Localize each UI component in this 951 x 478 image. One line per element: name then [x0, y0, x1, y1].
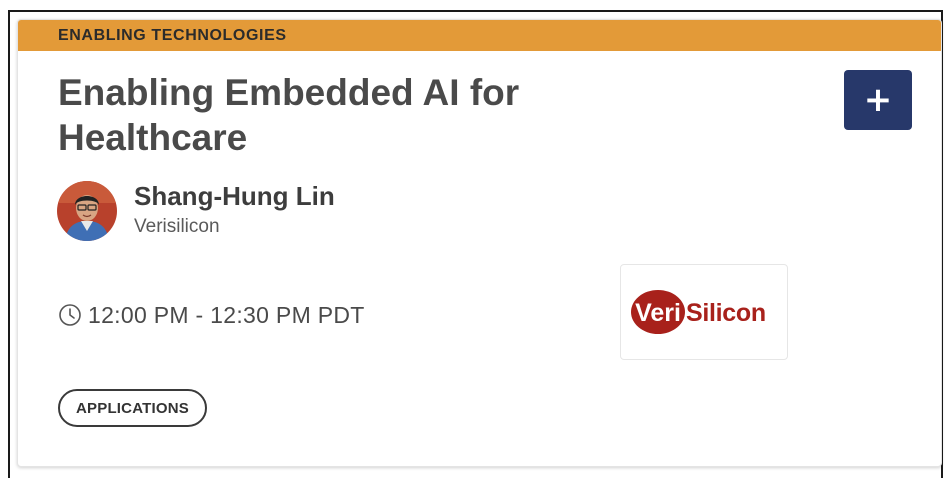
- logo-prefix-text: Veri: [635, 299, 681, 327]
- tag-applications[interactable]: APPLICATIONS: [58, 389, 207, 427]
- session-title[interactable]: Enabling Embedded AI for Healthcare: [58, 70, 678, 160]
- clock-icon: [58, 303, 82, 327]
- time-text: 12:00 PM - 12:30 PM PDT: [88, 301, 365, 328]
- speaker-avatar[interactable]: [57, 181, 117, 241]
- logo-suffix-text: Silicon: [686, 299, 766, 327]
- sponsor-logo[interactable]: Veri Silicon: [620, 264, 788, 360]
- speaker-name[interactable]: Shang-Hung Lin: [134, 181, 335, 212]
- session-card[interactable]: ENABLING TECHNOLOGIES Enabling Embedded …: [17, 19, 942, 467]
- verisilicon-logo: Veri Silicon: [631, 289, 779, 335]
- add-to-schedule-button[interactable]: +: [844, 70, 912, 130]
- speaker-company: Verisilicon: [134, 216, 220, 237]
- avatar-photo: [57, 181, 117, 241]
- session-time: 12:00 PM - 12:30 PM PDT: [58, 301, 365, 329]
- track-bar: ENABLING TECHNOLOGIES: [18, 20, 941, 51]
- track-label: ENABLING TECHNOLOGIES: [58, 27, 287, 44]
